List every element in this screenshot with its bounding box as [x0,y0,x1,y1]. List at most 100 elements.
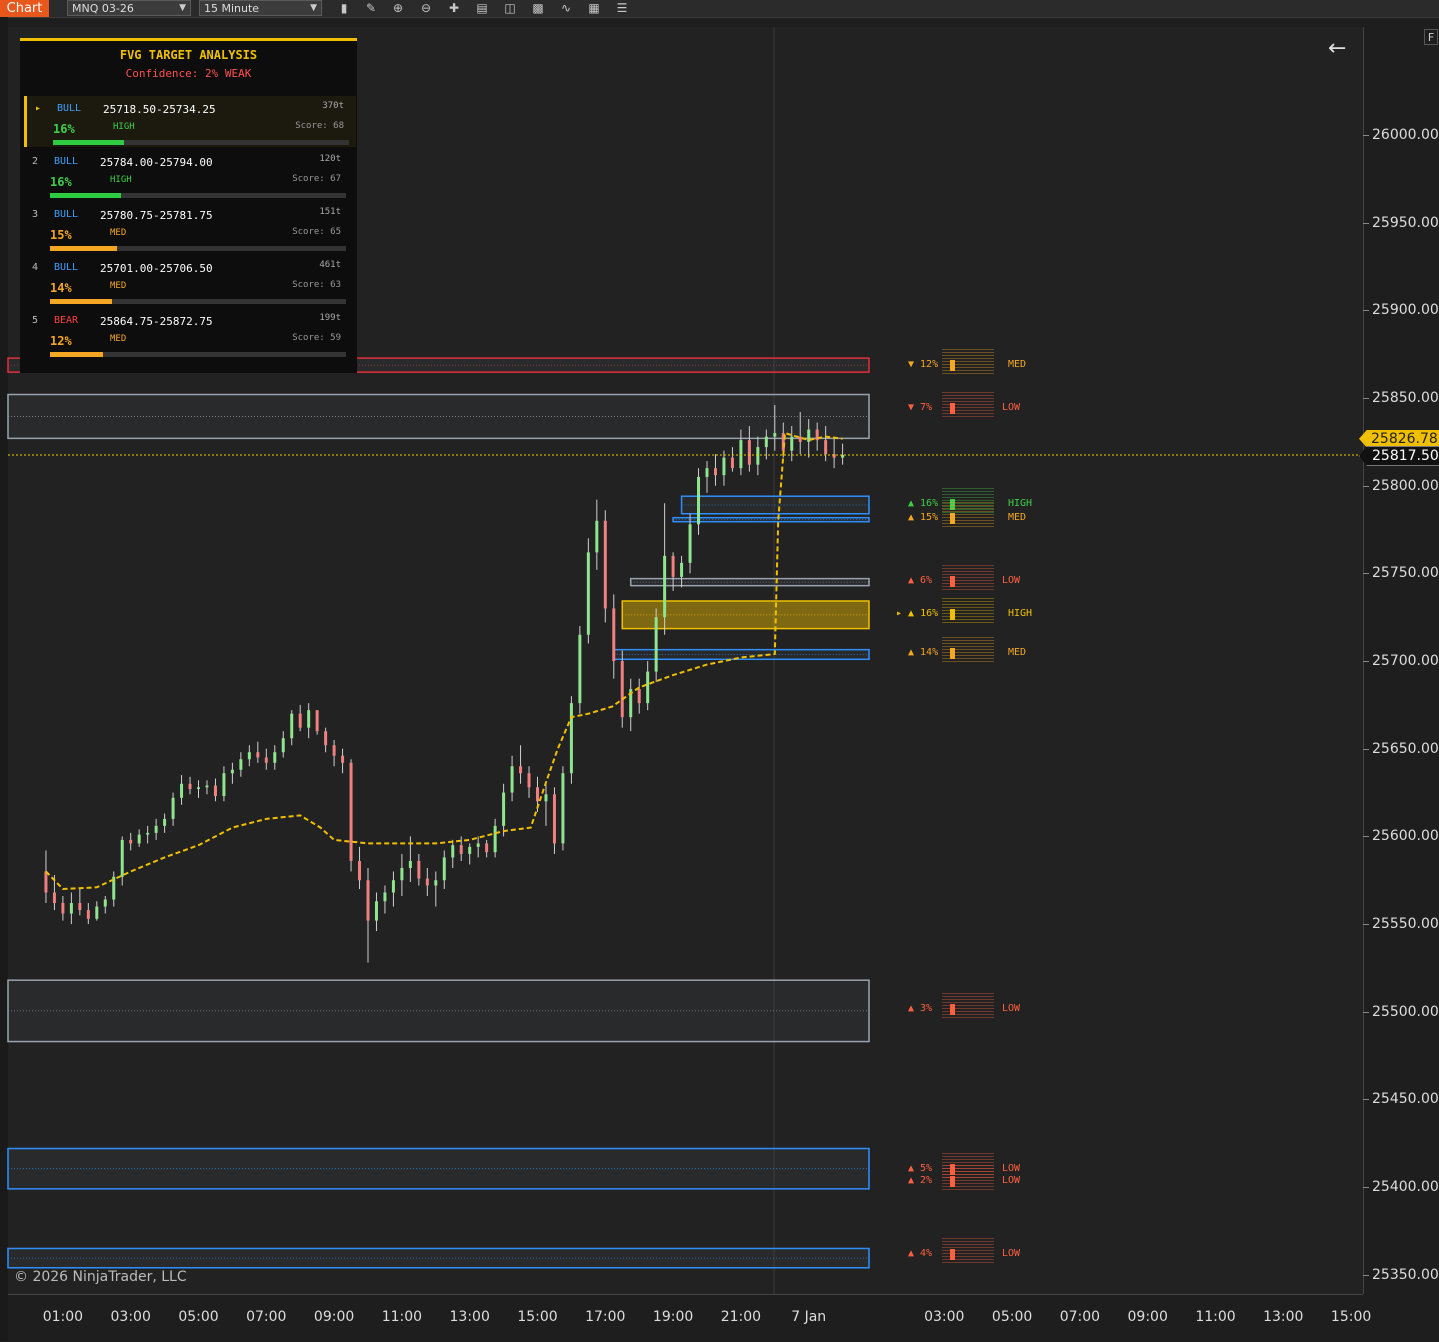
zone-heat-block [942,991,994,1018]
candle-down [519,766,523,774]
zone-level-label: LOW [1002,1162,1021,1174]
candle-down [536,787,539,802]
candle-up [247,752,251,760]
candle-down [527,773,531,788]
candle-up [739,440,743,469]
fvg-ticks: 151t [319,207,341,217]
zone-level-label: LOW [1002,1002,1021,1014]
fvg-level: HIGH [110,175,132,185]
time-axis-label: 13:00 [449,1309,490,1325]
candle-down [188,783,192,790]
candle-up [654,617,658,672]
fvg-row[interactable]: 5 BEAR 25864.75-25872.75 199t 12% MED Score: 5… [24,308,353,359]
candle-up [197,787,200,790]
panel-confidence: Confidence: 2% WEAK [125,67,252,80]
zone-level-label: MED [1008,512,1027,524]
price-axis-label: 25900.00 [1372,302,1439,319]
time-axis-label: 03:00 [110,1309,151,1325]
fvg-score: Score: 68 [295,121,344,131]
zone-level-label: MED [1008,647,1027,659]
fvg-row[interactable]: ▸ BULL 25718.50-25734.25 370t 16% HIGH Score: … [24,96,356,147]
time-axis-label: 11:00 [381,1309,423,1325]
last-price-tag: 25817.50 [1359,446,1439,466]
zone-probability-label: ▲ 16% [908,497,939,509]
candle-up [180,783,184,798]
price-axis-label: 25700.00 [1372,653,1439,670]
price-axis-tick [1363,1187,1369,1189]
candle-down [332,745,336,756]
zone-level-label: MED [1008,359,1027,371]
copyright-text: © 2026 NinjaTrader, LLC [14,1269,187,1285]
price-axis-tick [1363,836,1369,838]
price-axis-tick [1363,1011,1369,1013]
fvg-probability: 15% [50,228,72,242]
candle-up [773,433,777,437]
fvg-row[interactable]: 4 BULL 25701.00-25706.50 461t 14% MED Score: 6… [24,255,353,306]
fvg-probability: 16% [53,122,75,136]
fvg-score: Score: 63 [292,280,341,290]
candle-down [730,457,734,469]
zone-heat-block [942,564,994,591]
time-axis-label: 07:00 [246,1309,287,1325]
zone-probability-label: ▼ 12% [908,359,939,371]
candle-up [468,846,472,854]
candle-down [824,440,828,455]
fvg-level: MED [110,281,127,291]
fvg-probability-bar [50,193,346,198]
fvg-analysis-panel: FVG TARGET ANALYSIS Confidence: 2% WEAK … [20,38,357,373]
fvg-probability-bar [50,352,346,357]
candle-up [790,436,794,451]
fvg-row[interactable]: 2 BULL 25784.00-25794.00 120t 16% HIGH Score: … [24,149,353,200]
candle-up [307,710,311,728]
fvg-range: 25784.00-25794.00 [100,156,213,169]
fvg-range: 25718.50-25734.25 [103,103,216,116]
candle-up [69,903,73,914]
back-arrow-icon[interactable]: ← [1328,36,1346,61]
fvg-probability: 14% [50,281,72,295]
fvg-rank: 4 [32,262,39,273]
time-axis-label: 09:00 [1127,1309,1168,1325]
candle-up [578,634,582,704]
zone-heat-block [942,636,994,663]
candle-up [95,906,99,919]
candle-down [213,785,217,797]
candle-up [171,797,175,819]
zone-probability-label: ▲ 6% [908,575,933,587]
candle-down [798,436,802,442]
fvg-probability-fill [50,246,117,251]
zone-heat-block [942,1237,994,1264]
fvg-zone-bull [672,516,870,523]
zone-probability-label: ▲ 2% [908,1174,933,1186]
price-axis-tick [1363,135,1369,136]
price-axis-tick [1363,573,1369,575]
fvg-direction: BULL [54,156,79,167]
candle-up [561,773,565,844]
candle-down [129,839,133,844]
price-axis-label: 25850.00 [1372,390,1439,407]
zone-level-label: LOW [1002,401,1021,413]
fvg-row[interactable]: 3 BULL 25780.75-25781.75 151t 15% MED Score: 6… [24,202,353,253]
candle-up [510,766,514,793]
fvg-probability-bar [53,140,349,145]
candle-up [569,703,573,774]
fvg-direction: BEAR [54,315,79,326]
candle-up [646,671,650,704]
price-axis-label: 25600.00 [1372,828,1439,845]
fvg-level: HIGH [113,122,135,132]
candle-down [417,860,421,879]
f-toggle-button[interactable]: F [1424,29,1438,45]
price-axis-tick [1363,748,1369,750]
candle-up [290,713,294,739]
fvg-range: 25780.75-25781.75 [100,209,213,222]
candle-down [315,710,319,732]
fvg-ticks: 461t [319,260,341,270]
price-axis-tick [1363,1274,1369,1276]
candle-up [697,476,701,525]
candle-up [595,520,599,553]
zone-probability-label: ▲ 3% [908,1002,933,1014]
zone-heat-block [942,597,994,624]
time-axis-label: 7 Jan [791,1309,827,1325]
price-axis-label: 25400.00 [1372,1179,1439,1196]
fvg-probability-bar [50,246,346,251]
fvg-level: MED [110,334,127,344]
